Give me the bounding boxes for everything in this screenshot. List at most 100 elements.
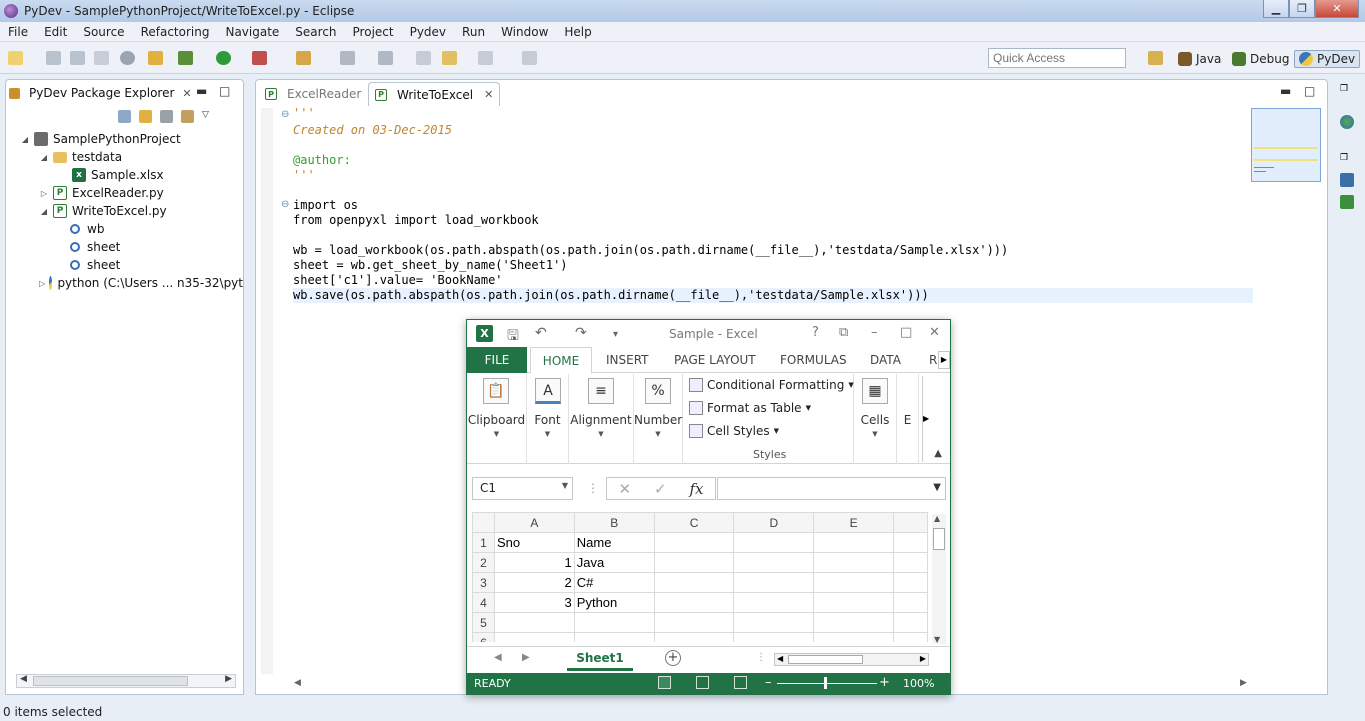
cell[interactable] xyxy=(813,532,895,553)
cell[interactable] xyxy=(493,632,575,642)
zoom-out-icon[interactable]: – xyxy=(765,675,772,690)
row-header[interactable]: 6 xyxy=(472,632,495,642)
column-header[interactable]: D xyxy=(733,512,815,533)
next-sheet-icon[interactable]: ▶ xyxy=(522,652,530,663)
pin-icon[interactable] xyxy=(522,51,537,65)
name-box[interactable]: C1 ▼ xyxy=(472,477,573,500)
menu-project[interactable]: Project xyxy=(345,25,402,39)
forward-icon[interactable] xyxy=(478,51,493,65)
insert-function-icon[interactable]: fx xyxy=(690,480,704,498)
tab-writetoexcel[interactable]: P WriteToExcel ✕ xyxy=(368,82,501,106)
tree-item-testdata[interactable]: ◢ testdata xyxy=(39,148,122,166)
spreadsheet-grid[interactable]: A B C D E 1 Sno Name 2 1 Java 3 2 C# 4 3… xyxy=(472,512,928,642)
editor-overview-ruler[interactable] xyxy=(1251,108,1321,182)
perspective-java[interactable]: Java xyxy=(1178,50,1221,68)
print-icon[interactable] xyxy=(94,51,109,65)
new-icon[interactable] xyxy=(8,51,23,65)
formula-input[interactable]: ▼ xyxy=(717,477,946,500)
back-history-icon[interactable] xyxy=(442,51,457,65)
cell[interactable] xyxy=(653,592,735,613)
perspective-debug[interactable]: Debug xyxy=(1232,50,1289,68)
row-header[interactable]: 1 xyxy=(472,532,495,553)
horizontal-scrollbar[interactable]: ◀ ▶ xyxy=(774,653,929,666)
group-clipboard[interactable]: 📋 Clipboard ▼ xyxy=(467,374,527,464)
maximize-view-icon[interactable]: □ xyxy=(219,84,230,98)
menu-navigate[interactable]: Navigate xyxy=(217,25,287,39)
cell[interactable] xyxy=(813,572,895,593)
sheet-tab-sheet1[interactable]: Sheet1 xyxy=(567,647,633,671)
dropdown-icon[interactable]: ▼ xyxy=(562,481,568,490)
group-alignment[interactable]: ≡ Alignment ▼ xyxy=(569,374,634,464)
menu-run[interactable]: Run xyxy=(454,25,493,39)
row-header[interactable]: 5 xyxy=(472,612,495,633)
zoom-level[interactable]: 100% xyxy=(903,677,934,690)
cell[interactable] xyxy=(733,592,815,613)
tree-item-sheet[interactable]: sheet xyxy=(68,238,120,256)
tab-home[interactable]: HOME xyxy=(530,347,592,374)
scroll-up-icon[interactable]: ▲ xyxy=(934,514,940,523)
save-icon[interactable] xyxy=(46,51,61,65)
debug-icon[interactable] xyxy=(178,51,193,65)
menu-refactoring[interactable]: Refactoring xyxy=(133,25,218,39)
menu-help[interactable]: Help xyxy=(556,25,599,39)
menu-file[interactable]: File xyxy=(0,25,36,39)
enter-icon[interactable]: ✓ xyxy=(654,480,667,498)
tree-item-sheet[interactable]: sheet xyxy=(68,256,120,274)
cell[interactable]: Name xyxy=(573,532,655,553)
cell[interactable]: Java xyxy=(573,552,655,573)
page-layout-view-icon[interactable] xyxy=(696,676,709,689)
save-icon[interactable]: 🖫 xyxy=(507,325,519,349)
add-sheet-icon[interactable]: + xyxy=(665,650,681,666)
collapse-ribbon-icon[interactable]: ▲ xyxy=(934,448,942,459)
tree-item-writetoexcel[interactable]: ◢ P WriteToExcel.py xyxy=(39,202,167,220)
scroll-right-icon[interactable]: ▶ xyxy=(1240,678,1247,688)
restore-button[interactable]: ❐ xyxy=(1289,0,1315,18)
cell[interactable] xyxy=(733,612,815,633)
tab-review[interactable]: R xyxy=(929,353,937,367)
minimize-icon[interactable]: – xyxy=(871,325,878,340)
minimize-view-icon[interactable]: ▬ xyxy=(1280,84,1291,98)
collapse-all-icon[interactable] xyxy=(118,110,131,123)
perspective-pydev[interactable]: PyDev xyxy=(1294,50,1361,68)
tab-page-layout[interactable]: PAGE LAYOUT xyxy=(674,353,756,367)
cell[interactable]: 1 xyxy=(493,552,575,573)
cell[interactable]: 3 xyxy=(493,592,575,613)
close-tab-icon[interactable]: ✕ xyxy=(182,87,191,100)
cell[interactable] xyxy=(733,552,815,573)
row-header[interactable]: 4 xyxy=(472,592,495,613)
minimize-button[interactable]: ▁ xyxy=(1263,0,1289,18)
pen-icon[interactable] xyxy=(296,51,311,65)
cell[interactable] xyxy=(733,632,815,642)
zoom-slider-thumb[interactable] xyxy=(824,677,827,689)
column-header[interactable]: A xyxy=(493,512,575,533)
group-editing[interactable]: E xyxy=(897,374,919,464)
zoom-slider[interactable] xyxy=(777,683,877,684)
tab-file[interactable]: FILE xyxy=(467,347,527,373)
back-icon[interactable] xyxy=(416,51,431,65)
cell[interactable] xyxy=(653,632,735,642)
column-header[interactable]: C xyxy=(653,512,735,533)
outline-icon[interactable] xyxy=(1340,115,1354,129)
customize-qat-icon[interactable]: ▾ xyxy=(613,329,618,340)
cell[interactable] xyxy=(653,612,735,633)
group-font[interactable]: A Font ▼ xyxy=(527,374,569,464)
tab-insert[interactable]: INSERT xyxy=(606,353,649,367)
ribbon-display-icon[interactable]: ⧉ xyxy=(839,325,848,340)
cell[interactable]: Sno xyxy=(493,532,575,553)
cell[interactable] xyxy=(493,612,575,633)
row-header[interactable]: 2 xyxy=(472,552,495,573)
cell[interactable] xyxy=(813,632,895,642)
cell[interactable] xyxy=(813,592,895,613)
scroll-left-icon[interactable]: ◀ xyxy=(294,678,301,688)
cell[interactable] xyxy=(653,572,735,593)
minimize-view-icon[interactable]: ▬ xyxy=(196,84,207,98)
cell[interactable]: C# xyxy=(573,572,655,593)
cell[interactable] xyxy=(733,532,815,553)
scroll-left-icon[interactable]: ◀ xyxy=(777,654,783,663)
close-button[interactable]: ✕ xyxy=(1315,0,1359,18)
tab-excelreader[interactable]: P ExcelReader xyxy=(259,82,367,106)
expand-arrow-icon[interactable]: ▷ xyxy=(39,279,45,288)
undo-icon[interactable]: ↶ xyxy=(535,325,547,341)
pyunit-icon[interactable] xyxy=(1340,195,1354,209)
group-number[interactable]: % Number ▼ xyxy=(634,374,683,464)
